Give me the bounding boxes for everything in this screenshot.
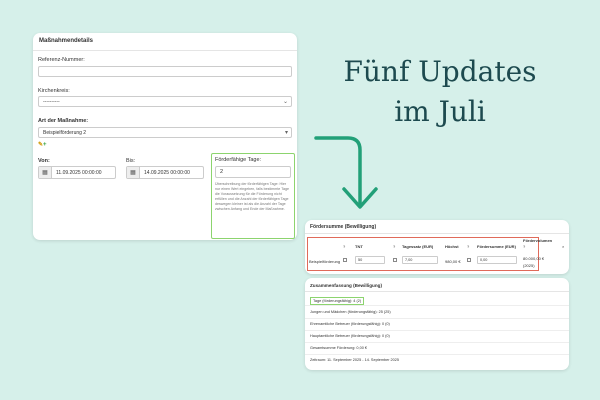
from-date-input[interactable]: ▦ 11.09.2025 00:00:00 (38, 166, 116, 179)
close-icon[interactable]: × (562, 244, 564, 249)
measure-type-value: Beispielförderung 2 (43, 130, 87, 136)
measure-type-label: Art der Maßnahme: (38, 118, 89, 124)
reference-number-input[interactable] (38, 66, 292, 77)
headline-line-1: Fünf Updates (343, 55, 537, 88)
help-icon[interactable]: ? (523, 244, 525, 249)
funding-sum-panel: Fördersumme (Bewilligung) ? TNT ? Tagess… (305, 220, 569, 274)
reference-number-label: Referenz-Nummer: (38, 57, 85, 63)
panel-title: Maßnahmendetails (33, 33, 297, 51)
to-label: Bis: (126, 158, 136, 164)
volumen-value: 80.000,00 € (523, 256, 545, 261)
volumen-year: (2025) (523, 263, 535, 268)
funding-sum-title: Fördersumme (Bewilligung) (305, 220, 569, 234)
summary-title: Zusammenfassung (Bewilligung) (305, 278, 569, 292)
chevron-down-icon: ▾ (284, 130, 288, 136)
summe-input[interactable]: 0,00 (477, 256, 517, 264)
col-hoechst: Höchst (445, 244, 459, 249)
calendar-icon[interactable]: ▦ (39, 167, 52, 178)
to-date-input[interactable]: ▦ 14.09.2025 00:00:00 (126, 166, 204, 179)
summary-days-highlight: Tage (förderungsfähig): 4 (2) (310, 297, 365, 305)
tagessatz-input[interactable]: 7,00 (402, 256, 438, 264)
measure-type-select[interactable]: Beispielförderung 2 ▾ (38, 127, 292, 138)
summary-row: Hauptamtliche Betreuer (förderungsfähig)… (305, 331, 569, 343)
eligible-days-help: Überschreibung der förderfähigen Tage: H… (215, 182, 289, 211)
headline: Fünf Updates im Juli (320, 52, 560, 132)
kirchenkreis-value: ---------- (43, 99, 60, 105)
kirchenkreis-select[interactable]: ---------- ⌄ (38, 96, 292, 107)
help-icon[interactable]: ? (343, 244, 345, 249)
measure-details-panel: Maßnahmendetails Referenz-Nummer: Kirche… (33, 33, 297, 240)
row-checkbox[interactable] (343, 258, 347, 262)
row-label: Beispielförderung (309, 259, 341, 264)
help-icon[interactable]: ? (393, 244, 395, 249)
col-summe: Fördersumme (EUR) (477, 244, 516, 249)
from-label: Von: (38, 158, 50, 164)
curved-arrow-icon (314, 136, 378, 209)
summary-row: Jungen und Mädchen (förderungsfähig): 25… (305, 307, 569, 319)
col-volumen: Fördervolumen (523, 238, 553, 243)
eligible-days-input[interactable]: 2 (215, 166, 291, 178)
summary-row: Tage (förderungsfähig): 4 (2) (305, 294, 569, 306)
eligible-days-label: Förderfähige Tage: (215, 157, 262, 163)
row-checkbox[interactable] (393, 258, 397, 262)
measure-type-actions: ✎+ (38, 141, 47, 148)
summary-row: Zeitraum: 11. September 2025 - 14. Septe… (310, 358, 399, 362)
row-checkbox[interactable] (467, 258, 471, 262)
help-icon[interactable]: ? (467, 244, 469, 249)
calendar-icon[interactable]: ▦ (127, 167, 140, 178)
kirchenkreis-label: Kirchenkreis: (38, 88, 70, 94)
col-tagessatz: Tagessatz (EUR) (402, 244, 434, 249)
tnt-input[interactable]: 50 (355, 256, 385, 264)
summary-row: Gesamtsumme Förderung: 0,00 € (305, 343, 569, 355)
from-date-value: 11.09.2025 00:00:00 (56, 170, 102, 176)
summary-row: Ehrenamtliche Betreuer (förderungsfähig)… (305, 319, 569, 331)
plus-icon[interactable]: + (43, 142, 47, 148)
eligible-days-box: Förderfähige Tage: 2 Überschreibung der … (211, 153, 295, 239)
to-date-value: 14.09.2025 00:00:00 (144, 170, 190, 176)
summary-panel: Zusammenfassung (Bewilligung) Tage (förd… (305, 278, 569, 370)
chevron-down-icon: ⌄ (282, 99, 288, 105)
hoechst-value: 980,00 € (445, 259, 461, 264)
funding-table-highlight (307, 237, 539, 271)
col-tnt: TNT (355, 244, 363, 249)
